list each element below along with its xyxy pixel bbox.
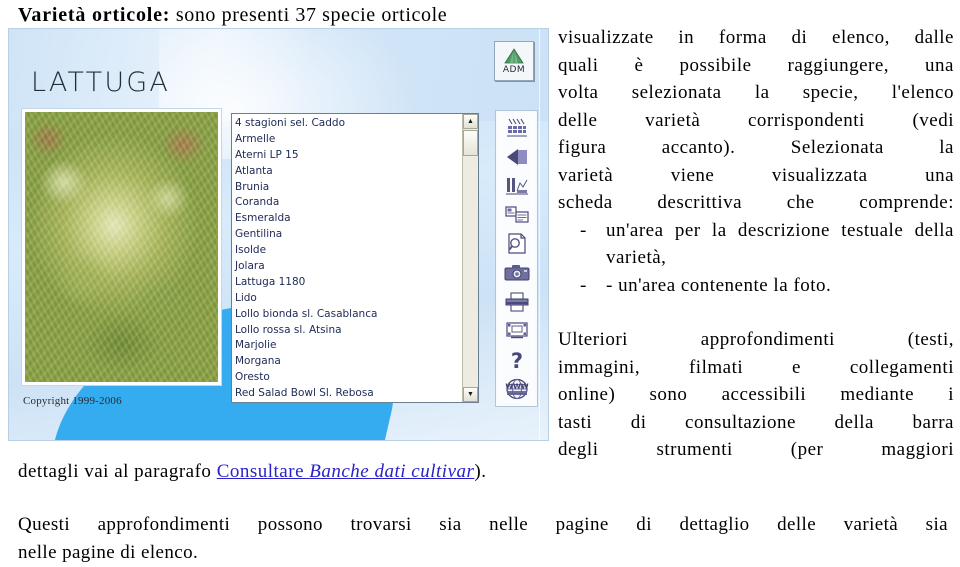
toolbar-button-web[interactable]: WWW: [498, 374, 535, 403]
right-col-p2-line-1: Ulteriori approfondimenti (testi,: [558, 329, 954, 350]
right-text-column: visualizzate in forma di elenco, dalle q…: [558, 24, 954, 464]
bullet-text: un'area per la descrizione testuale dell…: [606, 219, 954, 269]
bullet-dash: -: [580, 219, 587, 241]
data-sheet-icon: [504, 205, 529, 225]
list-item[interactable]: Esmeralda: [235, 211, 462, 227]
right-col-line-7: scheda descrittiva che comprende:: [558, 192, 954, 213]
consultation-toolbar[interactable]: ? WWW: [495, 110, 538, 407]
scroll-up-button[interactable]: ▲: [463, 114, 478, 129]
bullet-dash: -: [580, 274, 587, 296]
list-item[interactable]: Marjolie: [235, 338, 462, 354]
closing-paragraph-line-2: nelle pagine di elenco.: [18, 542, 199, 563]
list-item: - - un'area contenente la foto.: [558, 272, 954, 300]
right-col-line-2: quali è possibile raggiungere, una: [558, 54, 954, 76]
closing-paragraph: Questi approfondimenti possono trovarsi …: [18, 511, 948, 567]
toolbar-button-photo[interactable]: [498, 258, 535, 287]
variety-list-items[interactable]: 4 stagioni sel. Caddo Armelle Aterni LP …: [232, 114, 462, 402]
link-paragraph-suffix: ).: [474, 461, 487, 482]
lettuce-photograph: [25, 112, 218, 382]
right-col-p2-line-3: online) sono accessibili mediante i: [558, 384, 954, 405]
page-heading-rest: sono presenti 37 specie orticole: [170, 4, 448, 26]
toolbar-button-print[interactable]: [498, 287, 535, 316]
www-globe-icon: WWW: [505, 378, 529, 400]
adm-logo-label: ADM: [502, 64, 526, 75]
list-item: - un'area per la descrizione testuale de…: [558, 217, 954, 272]
right-col-p2-line-4: tasti di consultazione della barra: [558, 411, 954, 433]
list-item[interactable]: Jolara: [235, 259, 462, 275]
list-item[interactable]: Atlanta: [235, 164, 462, 180]
scrollbar-thumb[interactable]: [463, 130, 478, 156]
toolbar-button-help[interactable]: ?: [498, 345, 535, 374]
list-item[interactable]: Coranda: [235, 195, 462, 211]
svg-text:?: ?: [510, 349, 522, 371]
filmstrip-video-icon: [505, 321, 529, 340]
right-col-line-5: figura accanto). Selezionata la: [558, 137, 954, 158]
list-item[interactable]: Lattuga 1180: [235, 275, 462, 291]
adm-logo-badge[interactable]: ADM: [494, 41, 534, 81]
variety-listbox[interactable]: 4 stagioni sel. Caddo Armelle Aterni LP …: [231, 113, 479, 403]
link-paragraph-prefix: dettagli vai al paragrafo: [18, 461, 217, 482]
list-item[interactable]: Oresto: [235, 370, 462, 386]
species-title: LATTUGA: [31, 67, 171, 98]
right-col-p2-line-2: immagini, filmati e collegamenti: [558, 356, 954, 378]
toolbar-button-video[interactable]: [498, 316, 535, 345]
right-col-line-6: varietà viene visualizzata una: [558, 164, 954, 186]
page-heading-bold: Varietà orticole:: [18, 4, 171, 26]
toolbar-button-data-sheet[interactable]: [498, 200, 535, 229]
svg-text:WWW: WWW: [505, 382, 528, 390]
list-item[interactable]: Lollo rossa sl. Atsina: [235, 323, 462, 339]
list-item[interactable]: Morgana: [235, 354, 462, 370]
toolbar-button-field-chart[interactable]: [498, 171, 535, 200]
list-item[interactable]: Lido: [235, 291, 462, 307]
camera-photo-icon: [504, 264, 530, 282]
link-label-plain: Consultare: [216, 461, 310, 482]
toolbar-button-search-document[interactable]: [498, 229, 535, 258]
toolbar-button-back[interactable]: [498, 142, 535, 171]
copyright-notice: Copyright 1999-2006: [23, 395, 122, 407]
link-paragraph: dettagli vai al paragrafo Consultare Ban…: [18, 458, 948, 486]
list-item[interactable]: Gentilina: [235, 227, 462, 243]
right-col-line-4: delle varietà corrispondenti (vedi: [558, 109, 954, 131]
list-item[interactable]: Armelle: [235, 132, 462, 148]
screenshot-right-rule: [539, 29, 540, 440]
list-item[interactable]: Isolde: [235, 243, 462, 259]
rainfall-climate-icon: [506, 117, 528, 138]
scrollbar-track[interactable]: [463, 129, 478, 387]
list-item[interactable]: Brunia: [235, 180, 462, 196]
back-arrow-icon: [505, 147, 529, 167]
right-col-line-1: visualizzate in forma di elenco, dalle: [558, 27, 954, 48]
list-item[interactable]: Red Salad Bowl Sl. Rebosa: [235, 386, 462, 402]
list-item[interactable]: Aterni LP 15: [235, 148, 462, 164]
printer-icon: [505, 291, 529, 312]
list-item[interactable]: 4 stagioni sel. Caddo: [235, 116, 462, 132]
help-question-icon: ?: [509, 349, 525, 371]
list-scrollbar[interactable]: ▲ ▼: [462, 114, 478, 402]
list-item[interactable]: Lollo bionda sl. Casablanca: [235, 307, 462, 323]
field-chart-icon: [505, 175, 529, 196]
scroll-down-button[interactable]: ▼: [463, 387, 478, 402]
document-search-icon: [506, 233, 528, 254]
mountain-triangle-icon: [503, 47, 525, 64]
toolbar-button-climate[interactable]: [498, 113, 535, 142]
application-screenshot: LATTUGA ADM Copyright 1999-2006 4 stagio…: [8, 28, 549, 441]
closing-paragraph-line-1: Questi approfondimenti possono trovarsi …: [18, 514, 948, 535]
feature-bullet-list: - un'area per la descrizione testuale de…: [558, 217, 954, 300]
banche-dati-cultivar-link[interactable]: Consultare Banche dati cultivar: [217, 461, 475, 482]
bullet-text: - un'area contenente la foto.: [606, 274, 832, 296]
variety-photo-panel: [22, 109, 221, 385]
right-col-line-3: volta selezionata la specie, l'elenco: [558, 82, 954, 103]
link-label-italic: Banche dati cultivar: [309, 461, 475, 482]
